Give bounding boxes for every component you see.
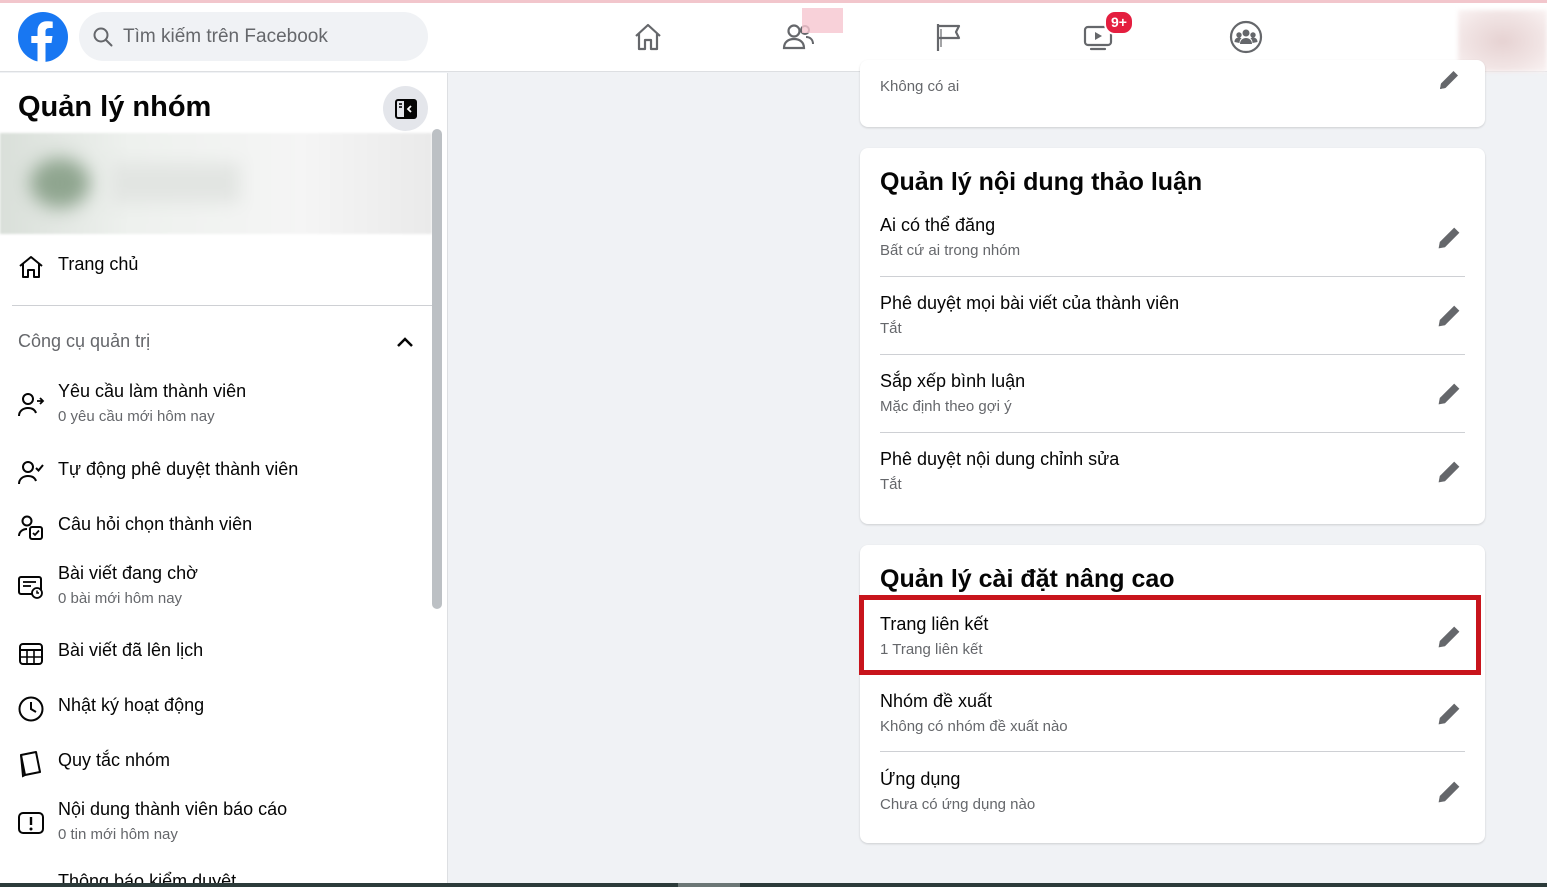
row-divider [880,432,1465,433]
admin-tools-section-title: Công cụ quản trị [18,331,151,351]
settings-row-label: Ứng dụng [880,769,961,789]
settings-row-approve-edits[interactable]: Phê duyệt nội dung chỉnh sửa Tắt [880,449,1465,527]
settings-row-sub: Mặc định theo gợi ý [880,398,1012,415]
blurred-notification [802,8,843,33]
sidebar-title: Quản lý nhóm [18,91,212,123]
pending-posts-icon [17,573,45,601]
sidebar-item-sub: 0 yêu cầu mới hôm nay [58,408,215,425]
settings-row-label: Nhóm đề xuất [880,691,993,711]
chevron-up-icon[interactable] [396,335,414,353]
settings-row-label: Sắp xếp bình luận [880,371,1026,391]
edit-pencil-icon[interactable] [1433,64,1465,96]
sidebar-scrollbar[interactable] [432,129,442,609]
settings-row-sort-comments[interactable]: Sắp xếp bình luận Mặc định theo gợi ý [880,371,1465,449]
blurred-group-info[interactable] [0,133,432,234]
sidebar-item-label: Bài viết đã lên lịch [58,640,204,660]
settings-row-sub: Bất cứ ai trong nhóm [880,242,1021,259]
sidebar-item-sub: 0 tin mới hôm nay [58,826,178,843]
settings-row-label: Phê duyệt mọi bài viết của thành viên [880,293,1180,313]
advanced-card-title: Quản lý cài đặt nâng cao [880,565,1175,593]
sidebar-toggle-icon [394,98,417,119]
discussion-settings-card: Quản lý nội dung thảo luận Ai có thể đăn… [860,148,1485,524]
highlight-box-linked-pages [859,595,1481,675]
rules-book-icon [17,750,45,778]
settings-row-approve-posts[interactable]: Phê duyệt mọi bài viết của thành viên Tắ… [880,293,1465,371]
watch-notification-badge: 9+ [1104,10,1134,35]
discussion-card-title: Quản lý nội dung thảo luận [880,168,1203,196]
previous-settings-card: Không có ai [860,60,1485,127]
edit-pencil-icon[interactable] [1433,776,1465,808]
search-input[interactable] [123,25,413,48]
groups-icon[interactable] [1228,19,1264,55]
search-bar[interactable] [79,12,428,61]
membership-questions-icon [17,514,45,542]
auto-approve-icon [17,459,45,487]
sidebar-item-label: Tự động phê duyệt thành viên [58,459,299,479]
pages-flag-icon[interactable] [930,19,966,55]
home-icon [17,253,45,281]
edit-pencil-icon[interactable] [1433,222,1465,254]
settings-row-apps[interactable]: Ứng dụng Chưa có ứng dụng nào [880,769,1465,847]
sidebar-item-label: Nhật ký hoạt động [58,695,205,715]
sidebar-item-label: Yêu cầu làm thành viên [58,381,247,401]
settings-row-sub: Không có nhóm đề xuất nào [880,718,1068,735]
settings-row-sub: Tắt [880,476,902,493]
calendar-icon [17,640,45,668]
home-icon[interactable] [630,19,666,55]
report-alert-icon [17,810,45,838]
sidebar-item-label: Quy tắc nhóm [58,750,171,770]
settings-row-sub: Tắt [880,320,902,337]
settings-row-suggested-groups[interactable]: Nhóm đề xuất Không có nhóm đề xuất nào [880,691,1465,769]
clock-icon [17,695,45,723]
horizontal-scrollbar[interactable] [0,883,1547,887]
group-admin-sidebar: Quản lý nhóm Trang chủ Công cụ quản trị … [0,73,448,887]
settings-row-sub: Chưa có ứng dụng nào [880,796,1036,813]
settings-row-who-can-post[interactable]: Ai có thể đăng Bất cứ ai trong nhóm [880,215,1465,293]
row-divider [880,276,1465,277]
settings-row[interactable]: Không có ai [880,68,1465,146]
sidebar-item-label: Nội dung thành viên báo cáo [58,799,288,819]
sidebar-item-label: Trang chủ [58,254,139,274]
member-request-icon [17,391,45,419]
settings-row-label: Phê duyệt nội dung chỉnh sửa [880,449,1120,469]
advanced-settings-card: Quản lý cài đặt nâng cao Trang liên kết … [860,545,1485,843]
edit-pencil-icon[interactable] [1433,698,1465,730]
sidebar-divider [12,305,432,306]
edit-pencil-icon[interactable] [1433,378,1465,410]
scrollbar-thumb[interactable] [678,883,740,887]
sidebar-item-sub: 0 bài mới hôm nay [58,590,183,607]
settings-row-sub: Không có ai [880,78,960,95]
search-icon [93,27,113,46]
row-divider [880,751,1465,752]
sidebar-item-label: Câu hỏi chọn thành viên [58,514,253,534]
facebook-logo-icon[interactable] [18,12,68,62]
edit-pencil-icon[interactable] [1433,456,1465,488]
collapse-sidebar-button[interactable] [383,86,428,131]
sidebar-item-label: Bài viết đang chờ [58,563,198,583]
row-divider [880,354,1465,355]
edit-pencil-icon[interactable] [1433,300,1465,332]
settings-row-label: Ai có thể đăng [880,215,996,235]
